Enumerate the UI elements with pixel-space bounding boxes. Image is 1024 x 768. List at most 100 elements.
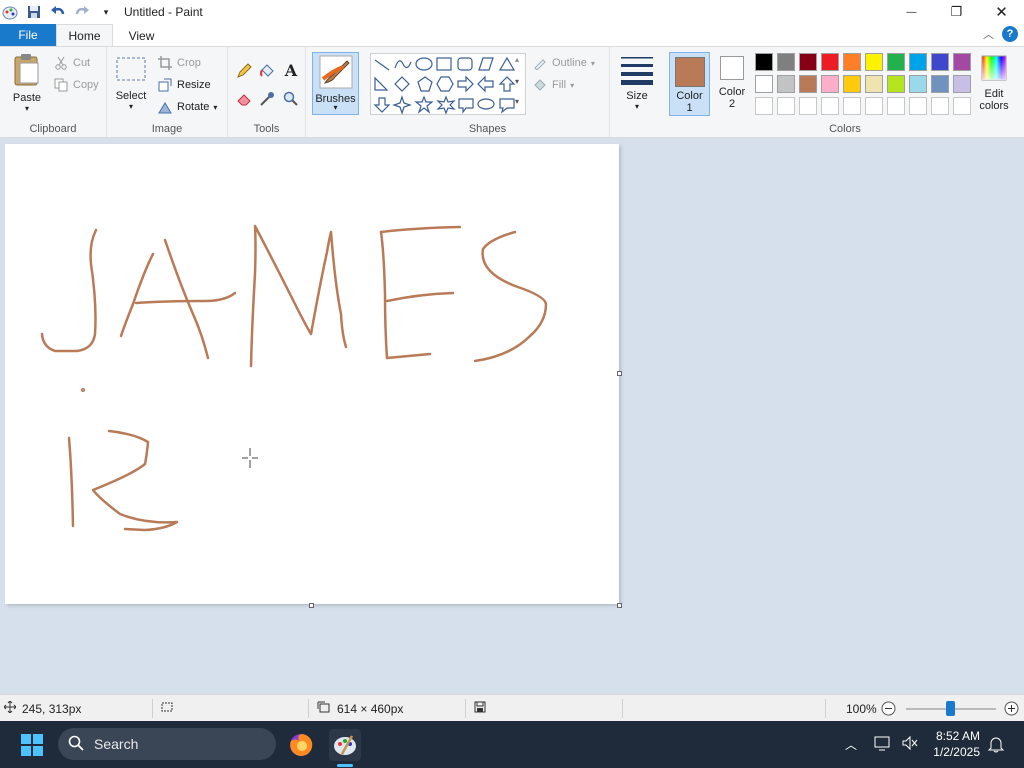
custom-color-slot[interactable] [909, 97, 927, 115]
text-tool-icon[interactable]: A [283, 61, 299, 80]
crop-button[interactable]: Crop [157, 55, 201, 71]
customize-qat-icon[interactable]: ▾ [98, 4, 114, 20]
palette-swatch[interactable] [777, 75, 795, 93]
paint-app-icon[interactable] [2, 4, 18, 20]
shapes-expand-icon[interactable]: ▾ [515, 97, 519, 106]
size-dropdown-icon: ▾ [634, 102, 639, 111]
shapes-gallery[interactable] [370, 53, 526, 115]
fill-bucket-icon[interactable] [259, 63, 275, 79]
palette-swatch[interactable] [821, 75, 839, 93]
scissors-icon [53, 55, 69, 71]
palette-swatch[interactable] [887, 75, 905, 93]
search-icon [68, 735, 84, 754]
rotate-button[interactable]: Rotate ▾ [157, 99, 217, 115]
palette-swatch[interactable] [843, 75, 861, 93]
taskbar-search[interactable]: Search [58, 728, 276, 760]
color-picker-icon[interactable] [259, 91, 275, 107]
palette-swatch[interactable] [843, 53, 861, 71]
outline-label: Outline [552, 57, 587, 69]
custom-color-slot[interactable] [799, 97, 817, 115]
brushes-button[interactable]: Brushes ▾ [312, 52, 359, 115]
palette-swatch[interactable] [953, 53, 971, 71]
drawing-canvas[interactable] [5, 144, 619, 604]
show-hidden-icons-icon[interactable]: ︿ [845, 736, 857, 753]
palette-swatch[interactable] [887, 53, 905, 71]
fill-button[interactable]: Fill ▾ [532, 77, 574, 93]
tab-view[interactable]: View [113, 24, 170, 47]
palette-swatch[interactable] [755, 53, 773, 71]
custom-color-slot[interactable] [865, 97, 883, 115]
cursor-position-icon [3, 700, 17, 716]
palette-swatch[interactable] [799, 53, 817, 71]
resize-button[interactable]: Resize [157, 77, 211, 93]
start-button[interactable] [16, 729, 48, 761]
canvas-resize-handle-corner[interactable] [617, 603, 622, 608]
network-icon[interactable] [874, 735, 892, 754]
copy-button[interactable]: Copy [53, 77, 99, 93]
taskbar: Search ︿ 8:52 AM 1/2/2025 [0, 721, 1024, 768]
palette-swatch[interactable] [821, 53, 839, 71]
custom-color-slot[interactable] [755, 97, 773, 115]
save-icon[interactable] [26, 4, 42, 20]
firefox-taskbar-button[interactable] [285, 729, 317, 761]
stroke-letter-a-left [119, 252, 155, 338]
edit-colors-label-line1: Edit [984, 88, 1004, 100]
custom-color-slot[interactable] [777, 97, 795, 115]
tab-file[interactable]: File [0, 24, 56, 46]
taskbar-clock[interactable]: 8:52 AM 1/2/2025 [933, 728, 980, 760]
palette-swatch[interactable] [799, 75, 817, 93]
volume-muted-icon[interactable] [901, 735, 919, 754]
custom-color-slot[interactable] [931, 97, 949, 115]
color1-button[interactable]: Color 1 [669, 52, 710, 116]
shapes-scroll-up-icon[interactable]: ▴ [515, 55, 519, 64]
pencil-icon[interactable] [236, 63, 252, 79]
canvas-resize-handle-bottom[interactable] [309, 603, 314, 608]
shapes-scroll-down-icon[interactable]: ▾ [515, 77, 519, 86]
palette-swatch[interactable] [865, 75, 883, 93]
edit-colors-label-line2: colors [979, 100, 1009, 112]
palette-swatch[interactable] [931, 53, 949, 71]
palette-swatch[interactable] [931, 75, 949, 93]
custom-color-slot[interactable] [821, 97, 839, 115]
edit-colors-button[interactable]: Edit colors [976, 55, 1012, 112]
canvas-resize-handle-right[interactable] [617, 371, 622, 376]
zoom-slider-thumb[interactable] [946, 701, 955, 716]
minimize-ribbon-icon[interactable]: ︿ [983, 26, 994, 42]
maximize-button[interactable]: ❐ [934, 0, 979, 24]
close-button[interactable]: ✕ [979, 0, 1024, 24]
eraser-icon[interactable] [236, 91, 252, 107]
redo-icon[interactable] [74, 4, 90, 20]
outline-button[interactable]: Outline ▾ [532, 55, 595, 71]
stroke-letter-r-stem [67, 436, 75, 528]
image-group: Select ▾ Crop Resize Rotate ▾ Image [107, 47, 228, 137]
canvas-workspace[interactable] [0, 139, 1024, 694]
color2-label-line1: Color [718, 86, 746, 98]
tab-home[interactable]: Home [56, 24, 113, 47]
undo-icon[interactable] [50, 4, 66, 20]
cut-button[interactable]: Cut [53, 55, 90, 71]
shapes-gallery-icons [373, 56, 516, 115]
custom-color-slot[interactable] [953, 97, 971, 115]
size-button[interactable]: Size ▾ [618, 55, 656, 111]
select-button[interactable]: Select ▾ [113, 55, 149, 111]
ribbon: Paste ▾ Cut Copy Clipboard Select ▾ Crop… [0, 46, 1024, 138]
custom-color-slot[interactable] [887, 97, 905, 115]
custom-color-slot[interactable] [843, 97, 861, 115]
zoom-out-icon[interactable] [881, 701, 896, 719]
palette-swatch[interactable] [865, 53, 883, 71]
paste-button[interactable]: Paste ▾ [8, 53, 46, 113]
color2-button[interactable]: Color 2 [713, 56, 751, 110]
notification-bell-icon[interactable] [987, 735, 1005, 756]
paint-taskbar-button[interactable] [329, 729, 361, 761]
palette-swatch[interactable] [909, 53, 927, 71]
palette-swatch[interactable] [777, 53, 795, 71]
zoom-in-icon[interactable] [1004, 701, 1019, 719]
select-dropdown-icon: ▾ [128, 102, 133, 111]
palette-swatch[interactable] [909, 75, 927, 93]
help-icon[interactable]: ? [1002, 26, 1018, 42]
palette-swatch[interactable] [953, 75, 971, 93]
magnifier-icon[interactable] [283, 91, 299, 107]
palette-swatch[interactable] [755, 75, 773, 93]
minimize-button[interactable]: — [889, 0, 934, 24]
stroke-letter-e-middle [385, 291, 455, 303]
